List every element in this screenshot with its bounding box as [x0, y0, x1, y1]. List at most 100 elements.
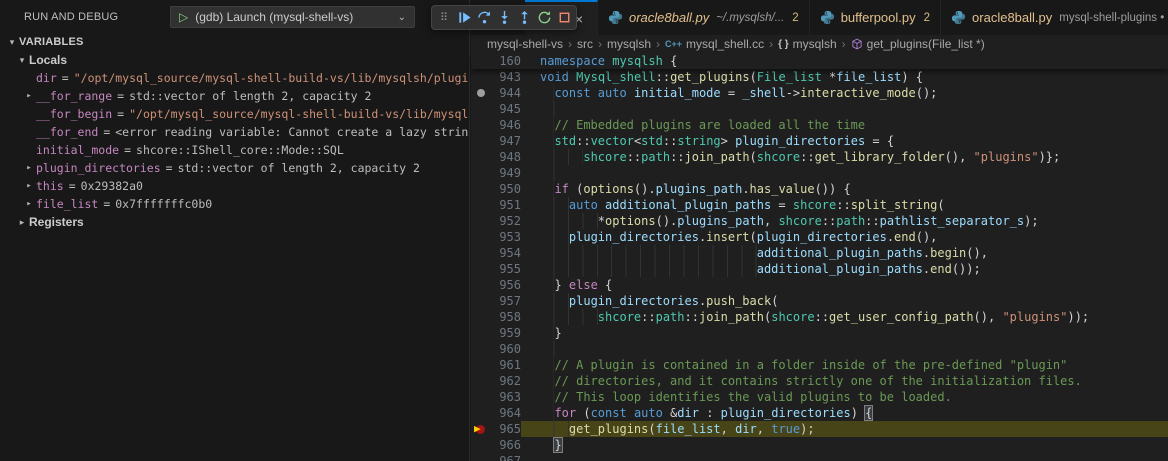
- code-line-956[interactable]: 956} else {: [471, 277, 1168, 293]
- breakpoint-gutter[interactable]: [471, 437, 493, 453]
- code-text[interactable]: [521, 165, 1168, 181]
- chevron-down-icon[interactable]: ▾: [5, 37, 19, 48]
- continue-button[interactable]: [454, 7, 474, 28]
- step-out-button[interactable]: [514, 7, 534, 28]
- breakpoint-gutter[interactable]: [471, 405, 493, 421]
- breakpoint-gutter[interactable]: [471, 133, 493, 149]
- breadcrumb-item-5[interactable]: { }mysqlsh: [778, 37, 837, 51]
- code-text[interactable]: [521, 341, 1168, 357]
- line-number[interactable]: 957: [493, 293, 521, 309]
- code-text[interactable]: // Embedded plugins are loaded all the t…: [521, 117, 1168, 133]
- line-number[interactable]: 965: [493, 421, 521, 437]
- breakpoint-gutter[interactable]: [471, 149, 493, 165]
- code-line-966[interactable]: 966}: [471, 437, 1168, 453]
- code-text[interactable]: // A plugin is contained in a folder ins…: [521, 357, 1168, 373]
- code-line-967[interactable]: 967: [471, 453, 1168, 461]
- code-line-943[interactable]: 943void Mysql_shell::get_plugins(File_li…: [471, 69, 1168, 85]
- code-text[interactable]: *options().plugins_path, shcore::path::p…: [521, 213, 1168, 229]
- code-line-957[interactable]: 957plugin_directories.push_back(: [471, 293, 1168, 309]
- code-text[interactable]: // directories, and it contains strictly…: [521, 373, 1168, 389]
- breakpoint-gutter[interactable]: [471, 197, 493, 213]
- scope-row-registers[interactable]: ▸Registers: [0, 213, 469, 231]
- code-text[interactable]: }: [521, 325, 1168, 341]
- code-line-951[interactable]: 951auto additional_plugin_paths = shcore…: [471, 197, 1168, 213]
- breakpoint-gutter[interactable]: [471, 69, 493, 85]
- code-text[interactable]: shcore::path::join_path(shcore::get_user…: [521, 309, 1168, 325]
- code-text[interactable]: if (options().plugins_path.has_value()) …: [521, 181, 1168, 197]
- code-text[interactable]: for (const auto &dir : plugin_directorie…: [521, 405, 1168, 421]
- chevron-right-icon[interactable]: ▸: [15, 217, 29, 228]
- stop-button[interactable]: [554, 7, 574, 28]
- line-number[interactable]: 944: [493, 85, 521, 101]
- code-text[interactable]: const auto initial_mode = _shell->intera…: [521, 85, 1168, 101]
- code-text[interactable]: additional_plugin_paths.begin(),: [521, 245, 1168, 261]
- chevron-down-icon[interactable]: ▾: [15, 55, 29, 66]
- code-line-958[interactable]: 958shcore::path::join_path(shcore::get_u…: [471, 309, 1168, 325]
- line-number[interactable]: 967: [493, 453, 521, 461]
- tab-bufferpool.py[interactable]: bufferpool.py2: [810, 0, 941, 35]
- breadcrumb-item-2[interactable]: src: [577, 37, 593, 51]
- breakpoint-gutter[interactable]: [471, 453, 493, 461]
- breakpoint-gutter[interactable]: [471, 389, 493, 405]
- breakpoint-gutter[interactable]: [471, 421, 493, 437]
- code-text[interactable]: } else {: [521, 277, 1168, 293]
- code-line-961[interactable]: 961// A plugin is contained in a folder …: [471, 357, 1168, 373]
- variable-row-this[interactable]: ▸this=0x29382a0: [0, 177, 469, 195]
- line-number[interactable]: 963: [493, 389, 521, 405]
- line-number[interactable]: 954: [493, 245, 521, 261]
- breakpoint-gutter[interactable]: [471, 101, 493, 117]
- line-number[interactable]: 952: [493, 213, 521, 229]
- code-line-946[interactable]: 946// Embedded plugins are loaded all th…: [471, 117, 1168, 133]
- code-text[interactable]: auto additional_plugin_paths = shcore::s…: [521, 197, 1168, 213]
- code-text[interactable]: additional_plugin_paths.end());: [521, 261, 1168, 277]
- code-line-964[interactable]: 964for (const auto &dir : plugin_directo…: [471, 405, 1168, 421]
- breadcrumb-item-3[interactable]: mysqlsh: [607, 37, 651, 51]
- code-line-945[interactable]: 945: [471, 101, 1168, 117]
- code-text[interactable]: plugin_directories.insert(plugin_directo…: [521, 229, 1168, 245]
- code-line-952[interactable]: 952*options().plugins_path, shcore::path…: [471, 213, 1168, 229]
- code-line-963[interactable]: 963// This loop identifies the valid plu…: [471, 389, 1168, 405]
- line-number[interactable]: 948: [493, 149, 521, 165]
- breakpoint-gutter[interactable]: [471, 261, 493, 277]
- line-number[interactable]: 951: [493, 197, 521, 213]
- code-line-944[interactable]: 944const auto initial_mode = _shell->int…: [471, 85, 1168, 101]
- variable-row-plugin_directories[interactable]: ▸plugin_directories=std::vector of lengt…: [0, 159, 469, 177]
- tab-oracle8ball.py[interactable]: oracle8ball.pymysql-shell-plugins • demo…: [941, 0, 1168, 35]
- code-editor[interactable]: 160namespace mysqlsh {943void Mysql_shel…: [471, 53, 1168, 461]
- breadcrumb-item-6[interactable]: get_plugins(File_list *): [851, 37, 985, 51]
- launch-config-dropdown[interactable]: ▷ (gdb) Launch (mysql-shell-vs) ⌄: [170, 6, 415, 28]
- variable-row-__for_end[interactable]: __for_end=<error reading variable: Canno…: [0, 123, 469, 141]
- line-number[interactable]: 950: [493, 181, 521, 197]
- chevron-right-icon[interactable]: ▸: [22, 181, 36, 191]
- line-number[interactable]: 956: [493, 277, 521, 293]
- code-line-960[interactable]: 960: [471, 341, 1168, 357]
- variable-row-dir[interactable]: dir="/opt/mysql_source/mysql-shell-build…: [0, 69, 469, 87]
- line-number[interactable]: 943: [493, 69, 521, 85]
- scope-row-locals[interactable]: ▾Locals: [0, 51, 469, 69]
- breakpoint-gutter[interactable]: [471, 341, 493, 357]
- line-number[interactable]: 962: [493, 373, 521, 389]
- line-number[interactable]: 966: [493, 437, 521, 453]
- breakpoint-gutter[interactable]: [471, 277, 493, 293]
- line-number[interactable]: 945: [493, 101, 521, 117]
- breakpoint-gutter[interactable]: [471, 325, 493, 341]
- breakpoint-icon[interactable]: [477, 89, 485, 97]
- code-line-160[interactable]: 160namespace mysqlsh {: [471, 53, 1168, 69]
- code-text[interactable]: namespace mysqlsh {: [521, 53, 1168, 69]
- variable-row-__for_begin[interactable]: __for_begin="/opt/mysql_source/mysql-she…: [0, 105, 469, 123]
- code-line-965[interactable]: 965get_plugins(file_list, dir, true);: [471, 421, 1168, 437]
- code-text[interactable]: std::vector<std::string> plugin_director…: [521, 133, 1168, 149]
- tab-oracle8ball.py[interactable]: oracle8ball.py~/.mysqlsh/...2: [598, 0, 810, 35]
- variable-row-__for_range[interactable]: ▸__for_range=std::vector of length 2, ca…: [0, 87, 469, 105]
- code-line-949[interactable]: 949: [471, 165, 1168, 181]
- line-number[interactable]: 947: [493, 133, 521, 149]
- restart-button[interactable]: [534, 7, 554, 28]
- line-number[interactable]: 160: [493, 53, 521, 69]
- breadcrumb-item-4[interactable]: C++mysql_shell.cc: [665, 37, 764, 51]
- step-into-button[interactable]: [494, 7, 514, 28]
- breakpoint-gutter[interactable]: [471, 229, 493, 245]
- code-text[interactable]: }: [521, 437, 1168, 453]
- code-line-959[interactable]: 959}: [471, 325, 1168, 341]
- breakpoint-gutter[interactable]: [471, 85, 493, 101]
- code-line-950[interactable]: 950if (options().plugins_path.has_value(…: [471, 181, 1168, 197]
